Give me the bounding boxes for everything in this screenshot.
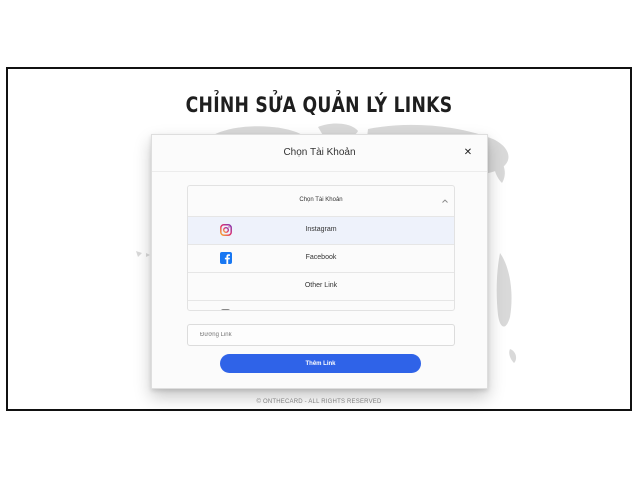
footer-copyright: © ONTHECARD - ALL RIGHTS RESERVED bbox=[256, 399, 382, 405]
add-link-button[interactable]: Thêm Link bbox=[220, 354, 421, 373]
chevron-up-icon bbox=[442, 199, 448, 203]
option-label: Other Link bbox=[304, 282, 338, 289]
option-facebook[interactable]: Facebook bbox=[188, 244, 454, 272]
close-icon[interactable]: ✕ bbox=[463, 148, 473, 158]
option-other-link[interactable]: Other Link bbox=[188, 272, 454, 300]
account-select-header[interactable]: Chọn Tài Khoản bbox=[188, 186, 454, 216]
account-select-placeholder: Chọn Tài Khoản bbox=[299, 197, 343, 203]
account-select-dropdown[interactable]: Chọn Tài Khoản Instagram Facebook Other … bbox=[187, 185, 455, 311]
choose-account-modal: Chọn Tài Khoản ✕ Chọn Tài Khoản Instagra… bbox=[151, 134, 488, 389]
link-url-input[interactable] bbox=[187, 324, 455, 346]
modal-header: Chọn Tài Khoản ✕ bbox=[152, 135, 487, 172]
option-instagram[interactable]: Instagram bbox=[188, 216, 454, 244]
page-title: CHỈNH SỬA QUẢN LÝ LINKS bbox=[185, 93, 453, 117]
option-partially-visible[interactable] bbox=[188, 300, 454, 310]
option-label: Facebook bbox=[305, 254, 337, 261]
modal-title: Chọn Tài Khoản bbox=[283, 147, 356, 158]
option-label: Instagram bbox=[305, 226, 337, 233]
link-icon bbox=[221, 309, 230, 310]
